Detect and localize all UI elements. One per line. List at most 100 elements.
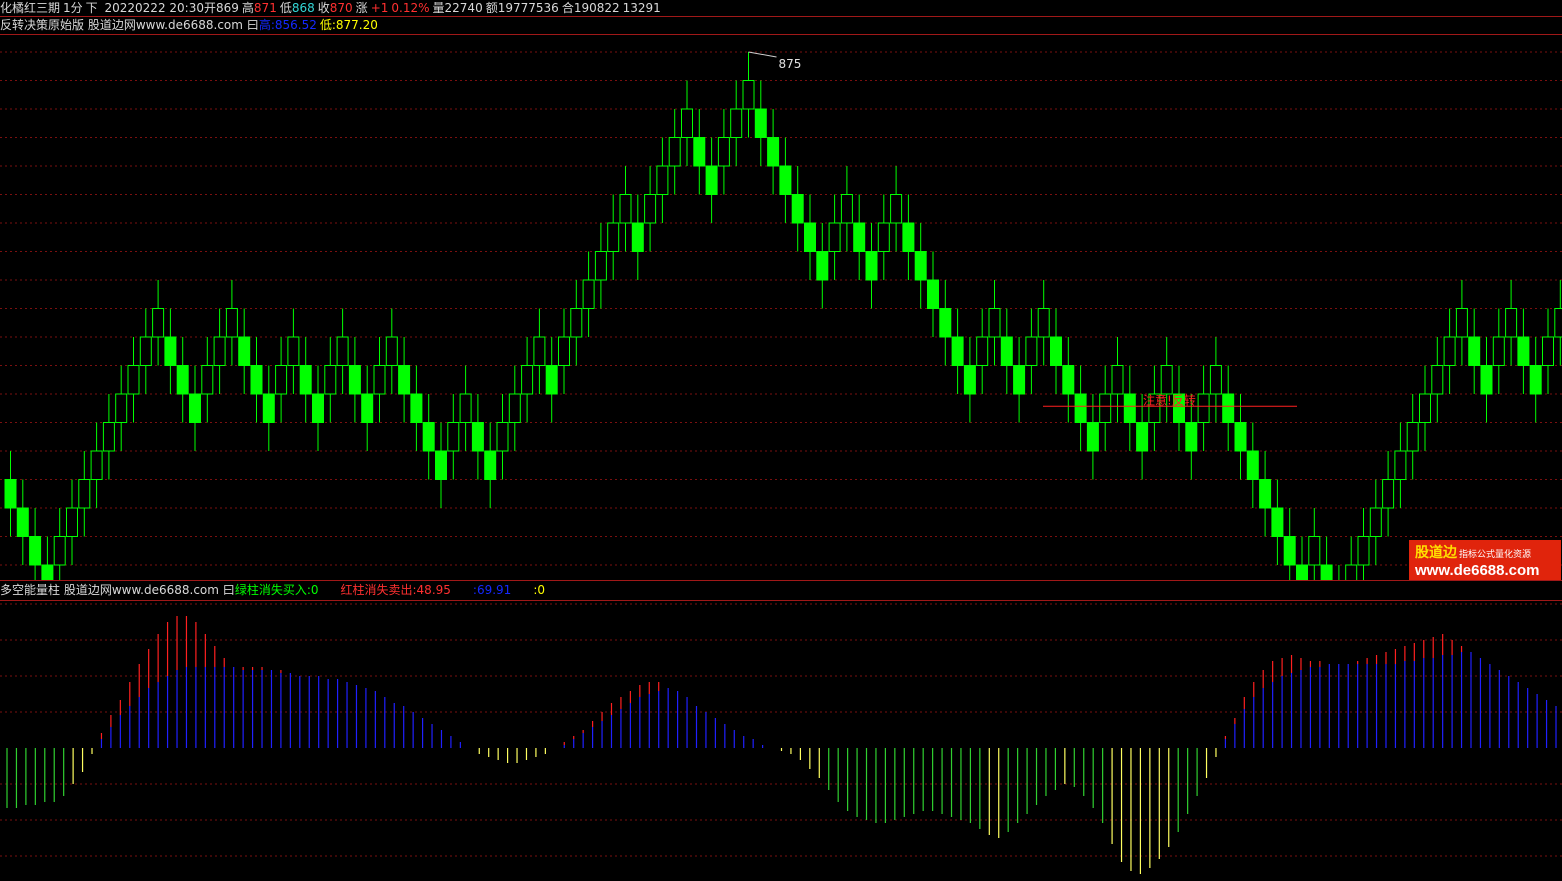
candle-body [459, 393, 472, 423]
candle-body [730, 108, 743, 138]
candle [1382, 451, 1395, 537]
candle [238, 308, 251, 394]
volume-value: 22740 [444, 1, 483, 15]
logo-tagline: 指标公式量化资源 [1459, 550, 1532, 560]
candle [717, 109, 730, 195]
candle-body [951, 336, 964, 366]
candle-body [4, 479, 17, 509]
low-label: 低 [279, 1, 292, 15]
candle [1271, 479, 1284, 565]
candle-body [1320, 564, 1333, 580]
candle-body [607, 222, 620, 252]
amount-value: 19777536 [497, 1, 559, 15]
candle-body [1455, 308, 1468, 338]
energy-bar-chart[interactable] [0, 601, 1562, 881]
sub-indicator-name[interactable]: 多空能量柱 股道边网www.de6688.com [0, 583, 219, 597]
candle-body [78, 479, 91, 509]
candle [1338, 565, 1340, 580]
logo-brand: 股道边 [1415, 545, 1457, 561]
peak-marker-line [748, 51, 777, 58]
candle-body [558, 336, 570, 366]
candle [1394, 422, 1407, 508]
candle [976, 308, 989, 394]
candle [435, 422, 447, 508]
candle [176, 337, 189, 423]
candle [348, 337, 361, 423]
candle-body [102, 422, 115, 452]
candle-body [1554, 308, 1562, 338]
candle-body [594, 251, 607, 281]
candle-body [348, 365, 361, 395]
candle [1554, 280, 1562, 366]
period-label[interactable]: 1分 [63, 1, 83, 15]
site-logo: 股道边 指标公式量化资源 www.de6688.com [1409, 540, 1561, 580]
candle-body [890, 194, 903, 224]
candle [1480, 337, 1493, 423]
candle [619, 166, 632, 252]
candle-body [742, 80, 755, 110]
candle-body [1382, 479, 1395, 509]
candle [1086, 394, 1099, 480]
main-price-chart[interactable]: 875859注意!反转 [0, 35, 1562, 580]
candle-body [275, 365, 288, 395]
symbol-name[interactable]: 化橘红三期 [0, 1, 60, 15]
candle-body [1468, 336, 1481, 366]
candle [29, 508, 42, 580]
candle-body [312, 393, 324, 423]
candle [1296, 536, 1308, 580]
candle-body [754, 108, 767, 138]
candle-body [361, 393, 374, 423]
candle-body [1050, 336, 1062, 366]
candle-body [1357, 536, 1370, 566]
candle [53, 508, 66, 580]
candle-body [496, 422, 509, 452]
candle-body [668, 137, 681, 167]
candle [1259, 451, 1272, 537]
candle-body [225, 308, 238, 338]
candle-body [1025, 336, 1038, 366]
candle [152, 280, 165, 366]
main-high-label: 高:856.52 [258, 18, 317, 32]
main-indicator-title[interactable]: 反转决策原始版 股道边网www.de6688.com 曰高:856.52 低:87… [0, 17, 378, 33]
candle [865, 223, 878, 309]
candle-body [1394, 450, 1407, 480]
candle [631, 194, 644, 280]
candle [1062, 337, 1075, 423]
candle [1369, 479, 1382, 565]
candle-body [471, 422, 484, 452]
candle-body [1369, 507, 1382, 537]
sub-indicator-toggle[interactable]: 曰 [223, 583, 235, 597]
oi-label: 合 [561, 1, 574, 15]
candle [127, 337, 140, 423]
pane-separator [0, 580, 1562, 581]
candle-body [1136, 422, 1149, 452]
candle [840, 166, 853, 252]
candle [1283, 508, 1296, 580]
candle-body [299, 365, 312, 395]
candle-body [804, 222, 816, 252]
candle [927, 251, 939, 337]
candle [767, 109, 780, 195]
candle [1050, 308, 1062, 394]
candle-body [398, 365, 411, 395]
candle-body [1308, 536, 1321, 566]
candle [225, 280, 238, 366]
candle [324, 337, 337, 423]
sub-indicator-title[interactable]: 多空能量柱 股道边网www.de6688.com 曰绿柱消失买入:0 红柱消失卖出… [0, 582, 545, 598]
candle-body [1013, 365, 1026, 395]
candle [681, 80, 693, 166]
candle-body [287, 336, 300, 366]
main-indicator-name[interactable]: 反转决策原始版 股道边网www.de6688.com [0, 18, 243, 32]
candle [299, 337, 312, 423]
main-indicator-toggle[interactable]: 曰 [247, 18, 259, 32]
candle-body [1259, 479, 1272, 509]
candle [644, 166, 657, 252]
candle-body [939, 308, 952, 338]
candle [410, 365, 423, 451]
candle-body [66, 507, 78, 537]
candle-body [1431, 365, 1444, 395]
candle-body [582, 279, 595, 309]
candle-body [164, 336, 177, 366]
candle-body [435, 450, 447, 480]
candle-body [484, 450, 497, 480]
